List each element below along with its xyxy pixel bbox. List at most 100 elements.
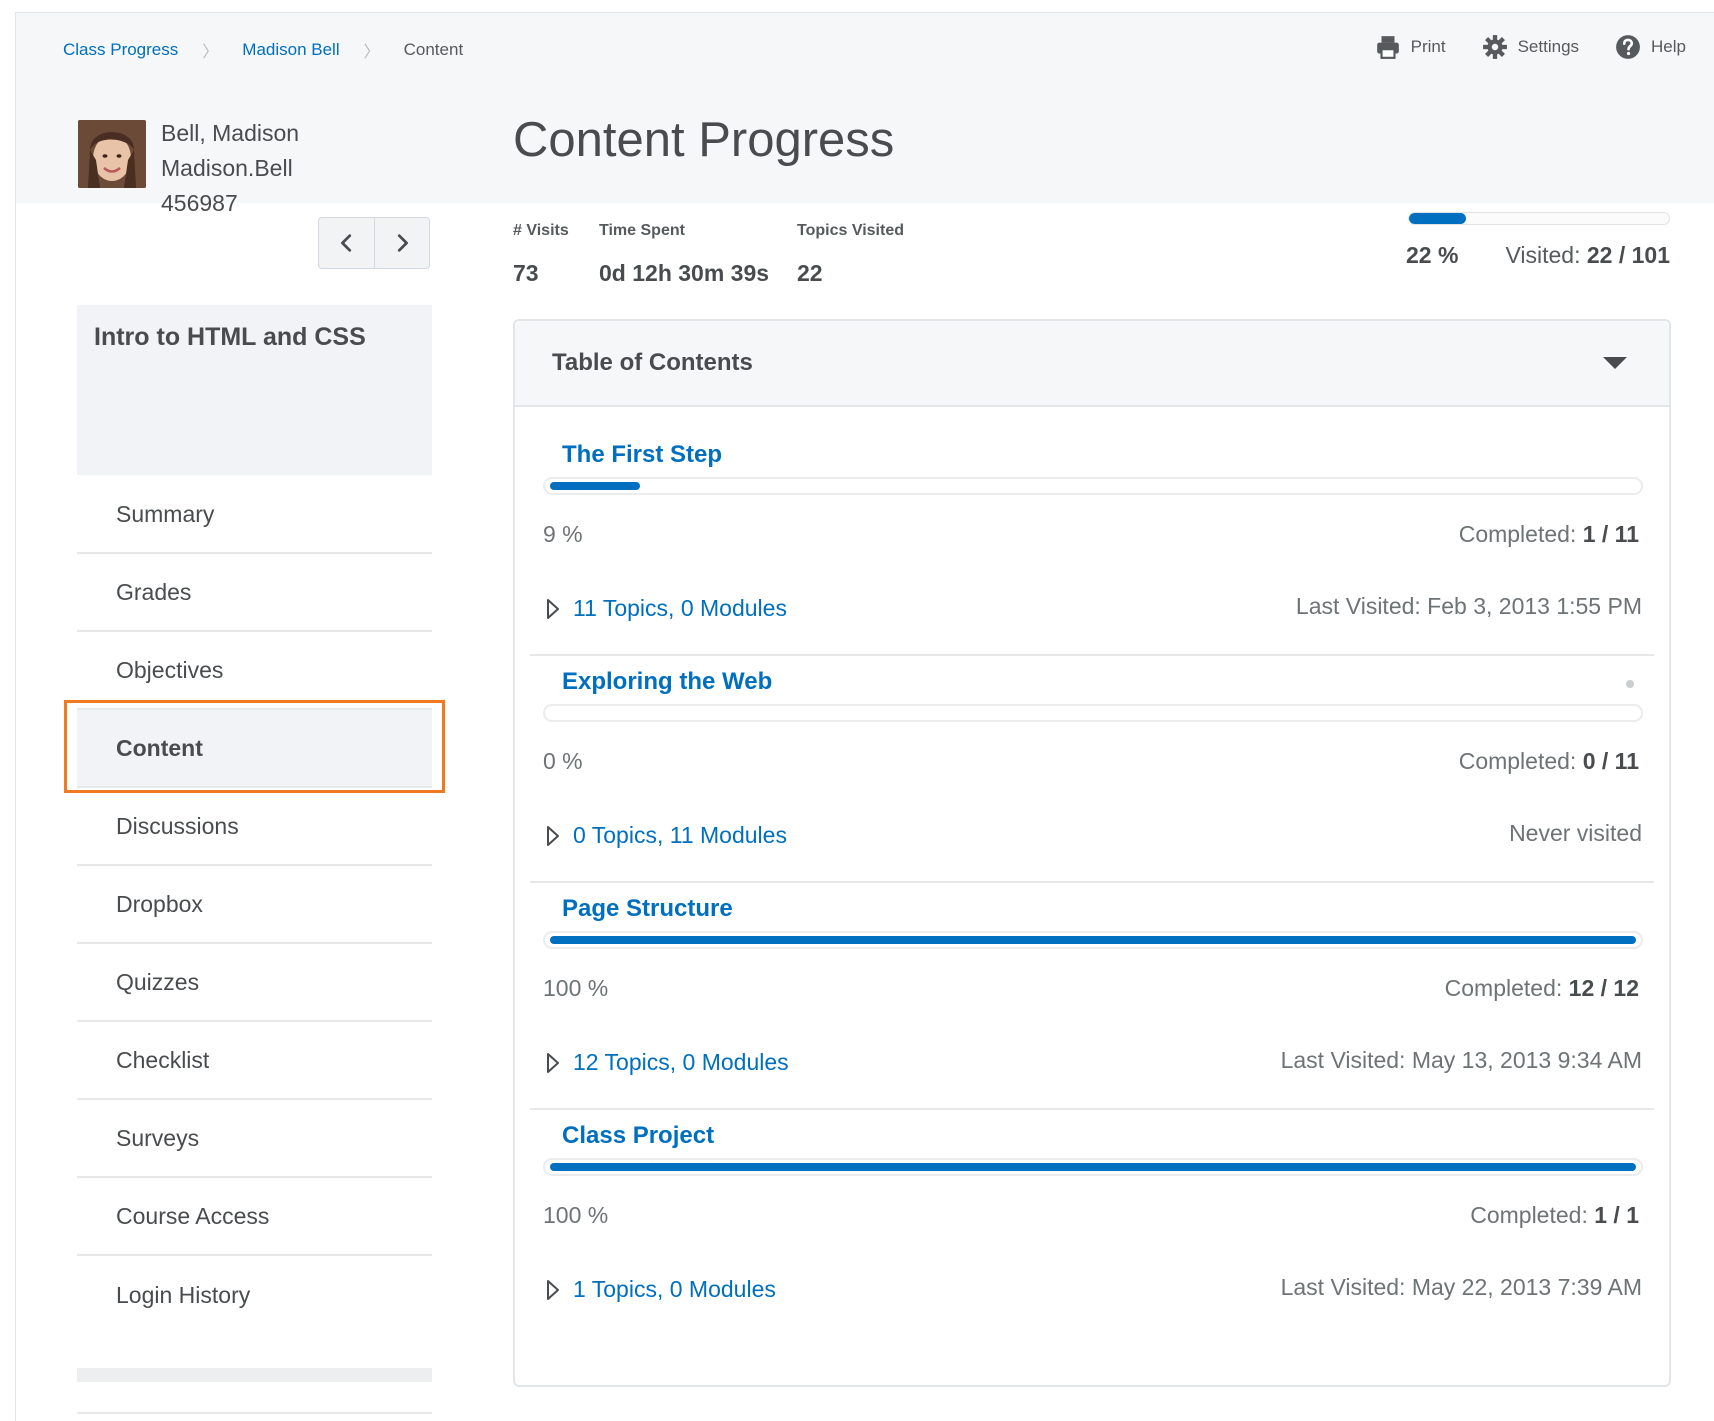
profile-info: Bell, Madison Madison.Bell 456987 bbox=[161, 116, 299, 221]
module-completed-label: Completed: bbox=[1458, 748, 1583, 774]
avatar bbox=[78, 120, 146, 188]
module-progress-bar bbox=[543, 931, 1643, 949]
caret-right-icon bbox=[547, 825, 559, 846]
module-topics-link[interactable]: 1 Topics, 0 Modules bbox=[573, 1276, 776, 1303]
sidebar-item-grades[interactable]: Grades bbox=[77, 554, 432, 632]
help-label: Help bbox=[1651, 37, 1686, 56]
sidebar-item-discussions[interactable]: Discussions bbox=[77, 788, 432, 866]
module-progress-fill bbox=[550, 482, 640, 490]
caret-right-icon bbox=[547, 598, 559, 619]
previous-user-button[interactable] bbox=[319, 218, 374, 268]
sidebar-item-objectives[interactable]: Objectives bbox=[77, 632, 432, 710]
caret-down-icon[interactable] bbox=[1601, 355, 1629, 371]
help-button[interactable]: Help bbox=[1615, 34, 1686, 60]
overall-visited: Visited: 22 / 101 bbox=[1505, 242, 1670, 269]
module-completed-label: Completed: bbox=[1444, 975, 1569, 1001]
module-item-2: Exploring the Web 0 % Completed: 0 / 11 … bbox=[530, 656, 1654, 883]
module-percent: 9 % bbox=[543, 521, 583, 547]
breadcrumb: Class Progress 〉 Madison Bell 〉 Content bbox=[63, 38, 463, 62]
module-title[interactable]: The First Step bbox=[562, 441, 722, 469]
module-completed: Completed: 12 / 12 bbox=[1445, 975, 1639, 1002]
course-name-label: Intro to HTML and CSS bbox=[94, 323, 366, 351]
overall-visited-value: 22 / 101 bbox=[1586, 242, 1670, 268]
profile-name: Bell, Madison bbox=[161, 120, 300, 146]
module-completed: Completed: 0 / 11 bbox=[1459, 748, 1639, 775]
overall-percent: 22 % bbox=[1406, 242, 1459, 268]
module-item-3: Page Structure 100 % Completed: 12 / 12 … bbox=[530, 883, 1654, 1110]
print-button[interactable]: Print bbox=[1375, 34, 1446, 60]
profile-username: Madison.Bell bbox=[161, 155, 293, 181]
gear-icon bbox=[1482, 35, 1507, 59]
module-title[interactable]: Class Project bbox=[562, 1122, 714, 1150]
overall-progress-fill bbox=[1409, 213, 1467, 224]
sidebar-item-checklist[interactable]: Checklist bbox=[77, 1022, 432, 1100]
module-last-visited: Last Visited: May 22, 2013 7:39 AM bbox=[1280, 1274, 1642, 1300]
breadcrumb-separator: 〉 bbox=[363, 44, 380, 61]
module-expand-toggle[interactable]: 11 Topics, 0 Modules bbox=[545, 595, 787, 622]
module-item-1: The First Step 9 % Completed: 1 / 11 11 … bbox=[530, 429, 1654, 656]
user-pager bbox=[318, 217, 430, 269]
module-item-4: Class Project 100 % Completed: 1 / 1 1 T… bbox=[530, 1110, 1654, 1337]
breadcrumb-separator: 〉 bbox=[202, 44, 219, 61]
toc-title: Table of Contents bbox=[552, 349, 753, 376]
time-spent-label: Time Spent bbox=[599, 222, 685, 239]
next-user-button[interactable] bbox=[374, 218, 429, 268]
module-title[interactable]: Exploring the Web bbox=[562, 668, 772, 696]
sidebar-item-login-history[interactable]: Login History bbox=[77, 1256, 432, 1334]
breadcrumb-class-progress[interactable]: Class Progress bbox=[63, 40, 178, 60]
caret-right-icon bbox=[547, 1279, 559, 1300]
module-completed: Completed: 1 / 11 bbox=[1459, 521, 1639, 548]
sidebar-nav: Summary Grades Objectives Content Discus… bbox=[77, 476, 432, 1414]
module-title[interactable]: Page Structure bbox=[562, 895, 733, 923]
module-completed-value: 1 / 11 bbox=[1582, 521, 1639, 547]
sidebar-item-dropbox[interactable]: Dropbox bbox=[77, 866, 432, 944]
overall-progress-bar bbox=[1408, 212, 1670, 225]
module-completed-value: 12 / 12 bbox=[1568, 975, 1639, 1001]
module-last-visited: Never visited bbox=[1509, 820, 1642, 846]
status-dot bbox=[1626, 680, 1634, 688]
module-expand-toggle[interactable]: 0 Topics, 11 Modules bbox=[545, 822, 787, 849]
overall-visited-label: Visited: bbox=[1505, 242, 1587, 268]
printer-icon bbox=[1376, 36, 1399, 59]
module-percent: 100 % bbox=[543, 975, 609, 1001]
sidebar-item-course-access[interactable]: Course Access bbox=[77, 1178, 432, 1256]
module-completed-label: Completed: bbox=[1458, 521, 1583, 547]
sidebar-item-quizzes[interactable]: Quizzes bbox=[77, 944, 432, 1022]
module-topics-link[interactable]: 12 Topics, 0 Modules bbox=[573, 1049, 789, 1076]
caret-right-icon bbox=[547, 1052, 559, 1073]
settings-button[interactable]: Settings bbox=[1482, 34, 1579, 60]
module-expand-toggle[interactable]: 1 Topics, 0 Modules bbox=[545, 1276, 776, 1303]
visits-label: # Visits bbox=[513, 222, 569, 239]
sidebar-item-content[interactable]: Content bbox=[77, 710, 432, 788]
topics-visited-value: 22 bbox=[797, 260, 823, 286]
toc-header[interactable]: Table of Contents bbox=[515, 321, 1669, 407]
module-progress-fill bbox=[550, 1163, 1636, 1171]
module-completed-label: Completed: bbox=[1470, 1202, 1595, 1228]
time-spent-value: 0d 12h 30m 39s bbox=[599, 260, 770, 286]
module-completed-value: 0 / 11 bbox=[1582, 748, 1639, 774]
sidebar-item-surveys[interactable]: Surveys bbox=[77, 1100, 432, 1178]
module-progress-bar bbox=[543, 477, 1643, 495]
module-last-visited: Last Visited: May 13, 2013 9:34 AM bbox=[1280, 1047, 1642, 1073]
module-progress-bar bbox=[543, 1158, 1643, 1176]
avatar-image bbox=[78, 120, 146, 188]
module-topics-link[interactable]: 11 Topics, 0 Modules bbox=[573, 595, 787, 622]
settings-label: Settings bbox=[1517, 37, 1580, 56]
module-topics-link[interactable]: 0 Topics, 11 Modules bbox=[573, 822, 787, 849]
visits-value: 73 bbox=[513, 260, 539, 286]
course-name: Intro to HTML and CSS bbox=[77, 305, 432, 475]
print-label: Print bbox=[1410, 37, 1446, 56]
breadcrumb-madison-bell[interactable]: Madison Bell bbox=[242, 40, 339, 60]
sidebar-item-summary[interactable]: Summary bbox=[77, 476, 432, 554]
module-last-visited: Last Visited: Feb 3, 2013 1:55 PM bbox=[1295, 593, 1642, 619]
sidebar-footer-divider bbox=[77, 1412, 432, 1414]
profile-org-id: 456987 bbox=[161, 190, 238, 216]
page-actions: Print Settings Help bbox=[1375, 34, 1686, 60]
sidebar-footer-bar bbox=[77, 1368, 432, 1382]
module-completed: Completed: 1 / 1 bbox=[1470, 1202, 1639, 1229]
page-title: Content Progress bbox=[513, 113, 895, 167]
module-expand-toggle[interactable]: 12 Topics, 0 Modules bbox=[545, 1049, 789, 1076]
help-icon bbox=[1616, 35, 1640, 59]
topics-visited-label: Topics Visited bbox=[797, 222, 904, 239]
breadcrumb-current: Content bbox=[403, 40, 464, 59]
